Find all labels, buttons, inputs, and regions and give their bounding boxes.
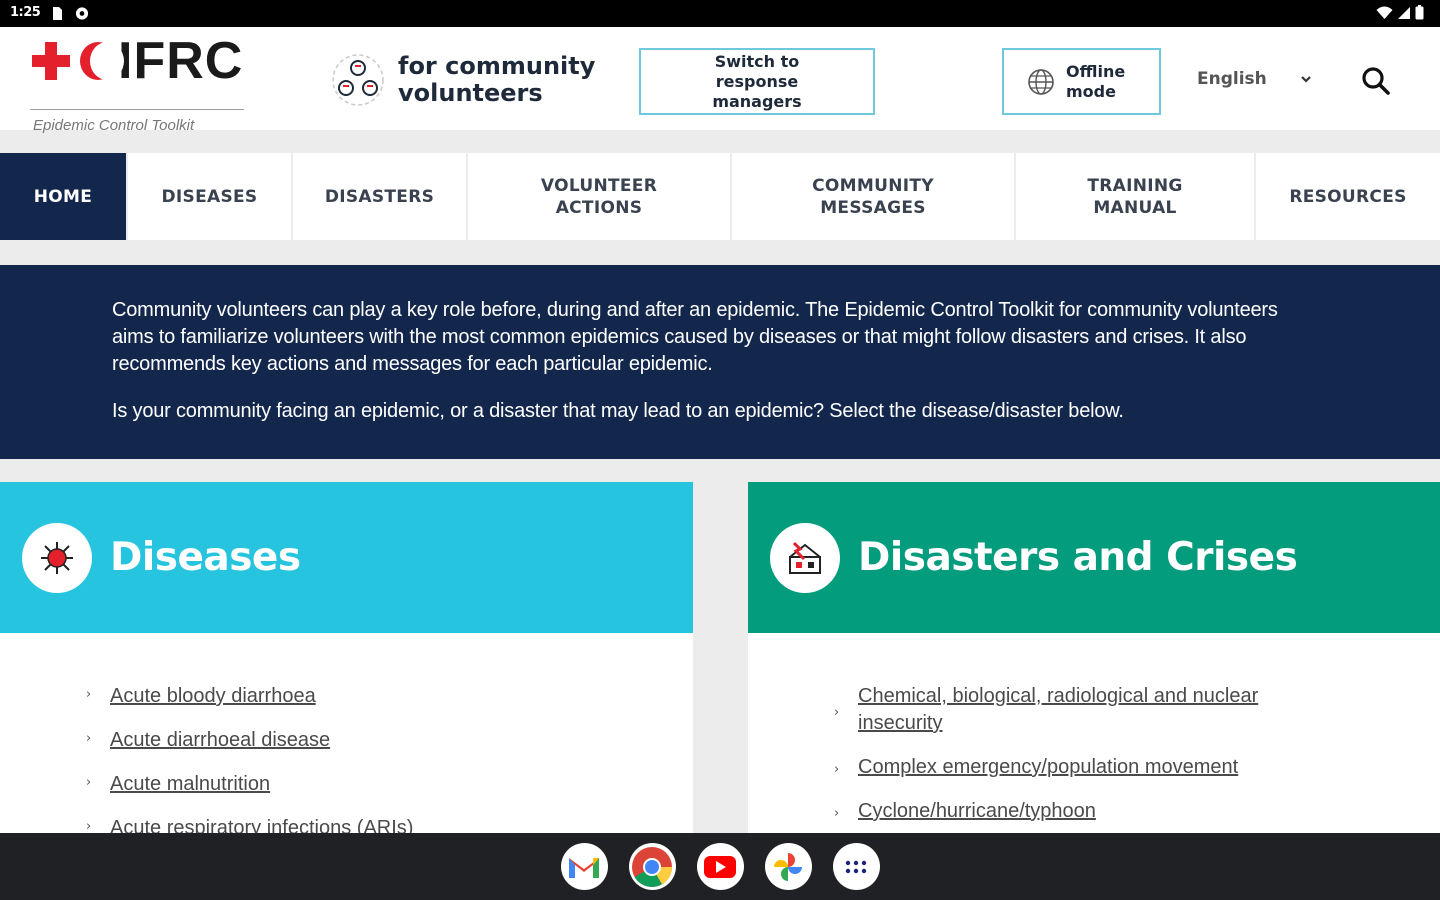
sim-card-icon [53,7,62,20]
chevron-right-icon: › [834,762,840,777]
red-cross-icon [30,40,72,82]
site-header: IFRC Epidemic Control Toolkit for commun… [0,27,1440,134]
offline-button-label: Offline mode [1066,61,1126,101]
intro-paragraph: Community volunteers can play a key role… [112,299,1278,375]
offline-mode-button[interactable]: Offline mode [1002,48,1161,115]
settings-status-icon [75,7,89,20]
nav-item-diseases[interactable]: DISEASES [128,153,291,240]
chevron-right-icon: › [834,704,840,720]
disaster-link[interactable]: Chemical, biological, radiological and n… [858,683,1298,737]
nav-item-home[interactable]: HOME [0,153,126,240]
list-item: › Chemical, biological, radiological and … [748,683,1440,737]
photos-icon[interactable] [764,843,812,890]
nav-item-volunteer-actions[interactable]: VOLUNTEER ACTIONS [468,153,730,240]
disasters-list: › Chemical, biological, radiological and … [748,633,1440,825]
ifrc-logo[interactable]: IFRC Epidemic Control Toolkit [30,32,260,134]
diseases-title: Diseases [110,535,301,580]
status-bar: 1:25 [0,0,1440,27]
intro-banner: Community volunteers can play a key role… [0,265,1440,459]
youtube-icon[interactable] [696,843,744,890]
red-crescent-icon [76,40,124,82]
disaster-icon [789,541,821,574]
main-nav: HOME DISEASES DISASTERS VOLUNTEER ACTION… [0,153,1440,240]
community-volunteers-icon [332,54,384,106]
chevron-down-icon[interactable] [1299,72,1313,86]
disaster-link[interactable]: Complex emergency/population movement [858,754,1238,781]
diseases-card-header[interactable]: Diseases [0,482,693,633]
disasters-card-header[interactable]: Disasters and Crises [748,482,1440,633]
list-item: › Acute diarrhoeal disease [0,727,693,754]
audience-line-2: volunteers [398,79,543,107]
nav-item-training-manual[interactable]: TRAINING MANUAL [1016,153,1254,240]
app-launcher-icon[interactable] [832,843,880,890]
audience-label: for community volunteers [330,52,595,108]
signal-icon [1398,6,1410,19]
list-item: › Cyclone/hurricane/typhoon [748,798,1440,825]
chevron-right-icon: › [86,819,92,834]
audience-line-1: for community [398,52,596,80]
switch-to-response-managers-button[interactable]: Switch to response managers [639,48,875,115]
status-time: 1:25 [10,5,41,20]
chevron-right-icon: › [86,731,92,746]
list-item: › Acute malnutrition [0,771,693,798]
nav-item-resources[interactable]: RESOURCES [1256,153,1440,240]
disease-link[interactable]: Acute bloody diarrhoea [110,683,316,710]
diseases-card: Diseases › Acute bloody diarrhoea › Acute … [0,482,693,842]
diseases-list: › Acute bloody diarrhoea › Acute diarrhoea… [0,633,693,842]
nav-item-disasters[interactable]: DISASTERS [293,153,466,240]
list-item: › Complex emergency/population movement [748,754,1440,781]
search-icon[interactable] [1360,65,1392,97]
switch-button-label: Switch to response managers [712,51,802,111]
nav-item-community-messages[interactable]: COMMUNITY MESSAGES [732,153,1014,240]
disasters-card: Disasters and Crises › Chemical, biologic… [748,482,1440,842]
chrome-icon[interactable] [628,843,676,890]
logo-text: IFRC [118,32,244,90]
disasters-title: Disasters and Crises [858,535,1298,580]
list-item: › Acute bloody diarrhoea [0,683,693,710]
disease-link[interactable]: Acute diarrhoeal disease [110,727,330,754]
disaster-link[interactable]: Cyclone/hurricane/typhoon [858,798,1096,825]
wifi-icon [1376,6,1393,19]
logo-divider [30,109,244,110]
language-select[interactable]: English [1197,69,1267,89]
globe-icon [1028,68,1054,95]
battery-icon [1415,5,1424,20]
logo-subtitle: Epidemic Control Toolkit [33,117,195,134]
chevron-right-icon: › [834,806,840,821]
android-taskbar [0,833,1440,900]
chevron-right-icon: › [86,775,92,790]
chevron-right-icon: › [86,687,92,702]
virus-icon [41,541,73,574]
intro-question: Is your community facing an epidemic, or… [112,400,1124,422]
disease-link[interactable]: Acute malnutrition [110,771,270,798]
gmail-icon[interactable] [560,843,608,890]
